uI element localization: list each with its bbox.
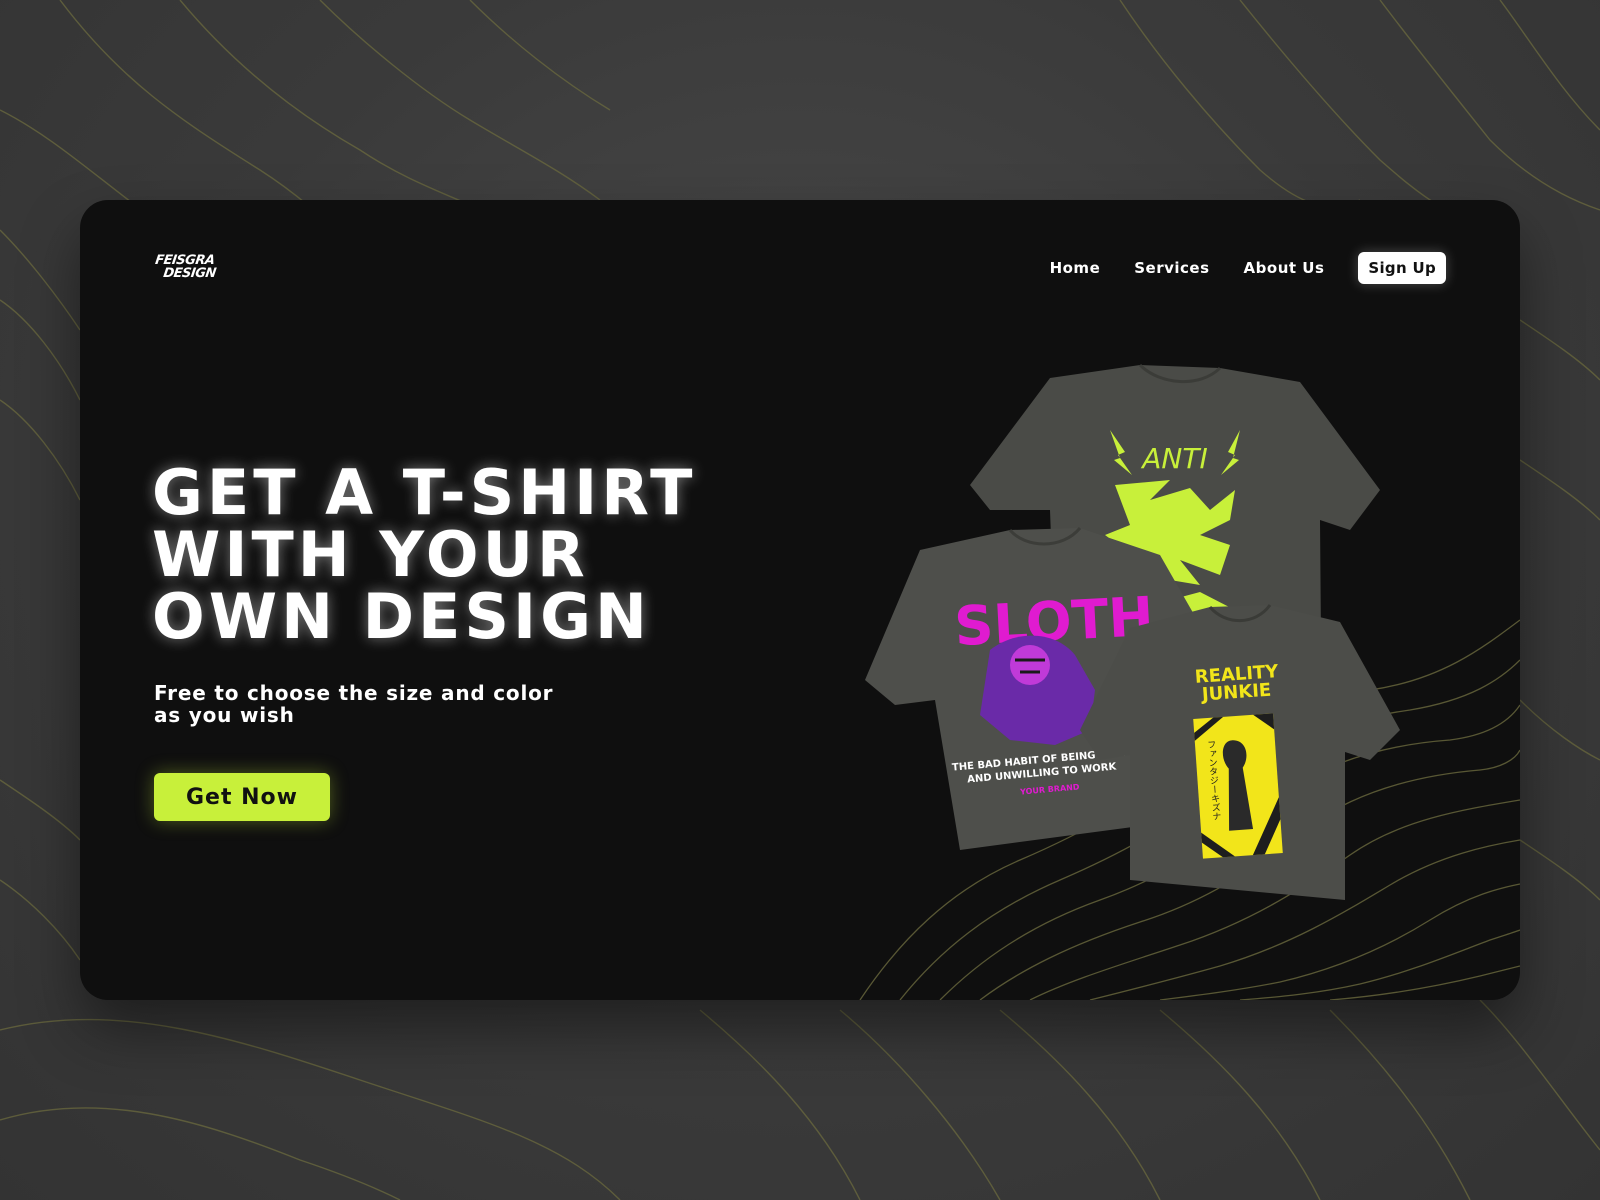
anti-print-text: ANTI (1140, 442, 1207, 475)
logo-line-2: DESIGN (162, 266, 217, 281)
nav-home-link[interactable]: Home (1050, 259, 1101, 277)
hero-card: FEISGRA DESIGN Home Services About Us Si… (80, 200, 1520, 1000)
hero-subtitle-line-2: as you wish (154, 703, 295, 727)
hero-title-line-2: WITH YOUR (152, 518, 589, 591)
get-now-button[interactable]: Get Now (154, 773, 330, 821)
main-nav: Home Services About Us Sign Up (1050, 252, 1446, 284)
hero-title-line-3: OWN DESIGN (152, 580, 651, 653)
nav-about-us-link[interactable]: About Us (1244, 259, 1325, 277)
hero-title: GET A T-SHIRT WITH YOUR OWN DESIGN (152, 462, 892, 648)
nav-services-link[interactable]: Services (1134, 259, 1209, 277)
reality-hazard-panel (1193, 713, 1283, 859)
tshirt-showcase: ANTI SLOTH THE BAD HABIT OF BEING LAZY A… (865, 363, 1400, 900)
brand-logo[interactable]: FEISGRA DESIGN (152, 253, 256, 284)
shirt-reality-junkie[interactable]: REALITY JUNKIE ファンタジーキズナ (1080, 604, 1400, 900)
hero-subtitle: Free to choose the size and color as you… (154, 682, 694, 726)
sign-up-button[interactable]: Sign Up (1358, 252, 1446, 284)
hero-subtitle-line-1: Free to choose the size and color (154, 681, 554, 705)
hero-title-line-1: GET A T-SHIRT (152, 456, 697, 529)
